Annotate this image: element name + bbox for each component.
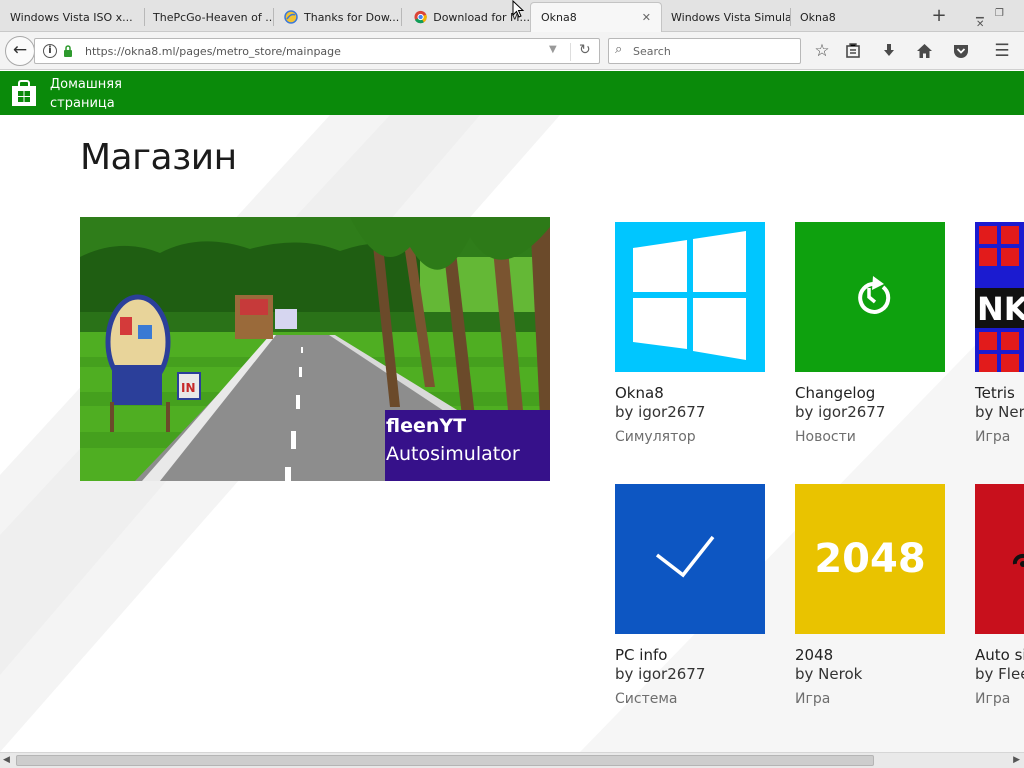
- close-tab-icon[interactable]: ✕: [642, 11, 651, 24]
- app-tile[interactable]: [615, 222, 765, 372]
- tab-label: Okna8: [800, 10, 836, 24]
- featured-banner[interactable]: IN fleenYT Autosimulator: [80, 217, 550, 481]
- scroll-left-icon[interactable]: ◀: [3, 755, 10, 765]
- featured-sign-text: IN: [181, 381, 196, 395]
- app-author: by igor2677: [795, 403, 886, 421]
- featured-subtitle: Autosimulator: [386, 443, 520, 465]
- tab-label: ThePcGo-Heaven of ...: [153, 10, 274, 24]
- scroll-right-icon[interactable]: ▶: [1013, 755, 1020, 765]
- featured-caption: fleenYT Autosimulator: [385, 410, 550, 481]
- tab-okna8[interactable]: Okna8: [790, 3, 918, 31]
- app-author: by Nero: [975, 403, 1024, 421]
- app-name: PC info: [615, 646, 668, 664]
- app-tile[interactable]: [615, 484, 765, 634]
- app-author: by igor2677: [615, 665, 706, 683]
- horizontal-scrollbar[interactable]: ◀ ▶: [0, 752, 1024, 768]
- download-icon[interactable]: [878, 40, 900, 62]
- home-page-link[interactable]: Домашняя страница: [50, 75, 122, 113]
- navigation-bar: ← i https://okna8.ml/pages/metro_store/m…: [0, 32, 1024, 70]
- 2048-icon: 2048: [814, 536, 926, 582]
- window-controls[interactable]: ▁ ❐ ✕: [976, 8, 1024, 30]
- search-icon: ⌕: [615, 42, 623, 57]
- tab-thanks-for-download[interactable]: Thanks for Dow...: [274, 3, 402, 31]
- globe-icon: [284, 10, 298, 24]
- app-name: Auto si: [975, 646, 1024, 664]
- app-tile[interactable]: 2048: [795, 484, 945, 634]
- reading-list-icon[interactable]: [842, 40, 864, 62]
- app-name: 2048: [795, 646, 834, 664]
- tab-label: Windows Vista Simula...: [671, 10, 791, 24]
- tab-windows-vista-iso[interactable]: Windows Vista ISO x...: [0, 3, 145, 31]
- app-header: Домашняя страница: [0, 71, 1024, 115]
- checkmark-icon: [655, 535, 715, 578]
- app-author: by Nerok: [795, 665, 863, 683]
- tab-label: Windows Vista ISO x...: [10, 10, 133, 24]
- pocket-icon[interactable]: [950, 40, 972, 62]
- app-category: Система: [615, 691, 678, 707]
- app-tile[interactable]: NK: [975, 222, 1024, 372]
- search-input[interactable]: ⌕ Search: [608, 38, 801, 64]
- app-name: Changelog: [795, 384, 876, 402]
- tetris-icon: NK: [975, 226, 1024, 372]
- app-category: Игра: [975, 691, 1011, 707]
- page-title: Магазин: [80, 137, 237, 178]
- tab-windows-vista-simulator[interactable]: Windows Vista Simula...: [661, 3, 791, 31]
- app-author: by Flee: [975, 665, 1024, 683]
- back-arrow-icon: ←: [12, 40, 28, 60]
- app-category: Новости: [795, 429, 856, 445]
- car-icon: [1012, 553, 1024, 567]
- app-name: Tetris: [975, 384, 1015, 402]
- new-tab-button[interactable]: +: [928, 5, 950, 27]
- tab-separator: [401, 8, 402, 26]
- app-category: Игра: [795, 691, 831, 707]
- mouse-cursor-icon: [512, 0, 525, 18]
- chrome-icon: [414, 10, 427, 24]
- reload-icon[interactable]: ↻: [579, 42, 591, 58]
- app-author: by igor2677: [615, 403, 706, 421]
- search-placeholder: Search: [633, 45, 671, 58]
- url-divider: [570, 43, 571, 61]
- tab-label: Thanks for Dow...: [304, 10, 400, 24]
- app-tile[interactable]: [795, 222, 945, 372]
- home-label-line2: страница: [50, 96, 115, 111]
- tab-thepcgo[interactable]: ThePcGo-Heaven of ...: [143, 3, 274, 31]
- app-category: Игра: [975, 429, 1011, 445]
- menu-icon[interactable]: ☰: [991, 40, 1013, 62]
- back-button[interactable]: ←: [5, 36, 35, 66]
- scrollbar-thumb[interactable]: [16, 755, 874, 766]
- home-icon[interactable]: [913, 40, 935, 62]
- featured-title: fleenYT: [386, 415, 467, 437]
- home-label-line1: Домашняя: [50, 77, 122, 92]
- tetris-tile-text: NK: [977, 290, 1024, 328]
- info-icon[interactable]: i: [43, 44, 57, 58]
- history-icon: [858, 276, 891, 314]
- dropdown-arrow-icon[interactable]: ▼: [549, 44, 557, 55]
- url-text[interactable]: https://okna8.ml/pages/metro_store/mainp…: [85, 45, 341, 58]
- tab-label: Okna8: [541, 11, 577, 24]
- store-bag-icon[interactable]: [10, 79, 38, 107]
- windows-logo-icon: [633, 231, 746, 360]
- store-content: Магазин IN fleenYT Autosimulator Okna8 b…: [0, 115, 1024, 752]
- lock-icon: [64, 45, 72, 57]
- app-tile[interactable]: [975, 484, 1024, 634]
- url-bar[interactable]: i https://okna8.ml/pages/metro_store/mai…: [34, 38, 600, 64]
- app-name: Okna8: [615, 384, 664, 402]
- tab-okna8-active[interactable]: Okna8 ✕: [530, 2, 662, 32]
- bookmark-star-icon[interactable]: ☆: [811, 40, 833, 62]
- app-category: Симулятор: [615, 429, 696, 445]
